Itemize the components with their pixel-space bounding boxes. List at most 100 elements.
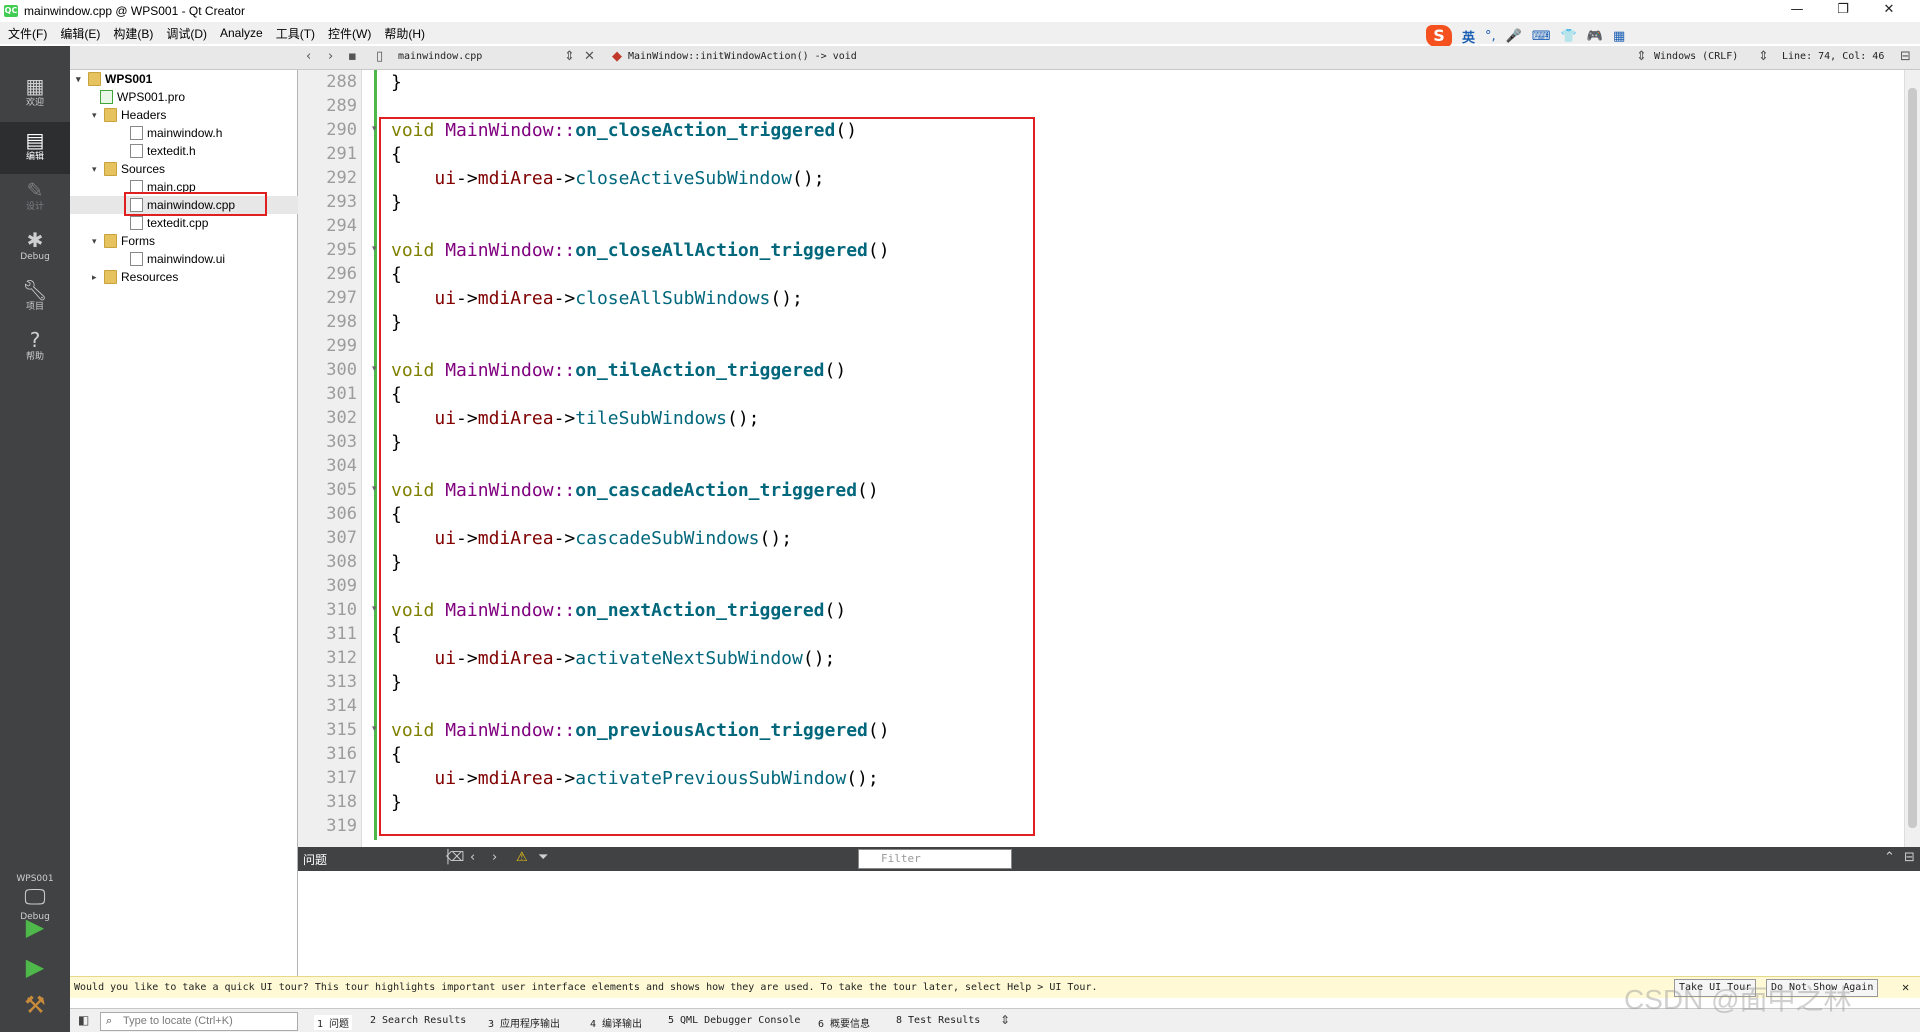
- code-line[interactable]: }: [391, 792, 402, 813]
- ime-language[interactable]: 英: [1462, 27, 1475, 46]
- code-line[interactable]: {: [391, 624, 402, 645]
- split-editor-icon[interactable]: ⊟: [1900, 49, 1911, 64]
- expanded-arrow-icon[interactable]: ▾: [76, 70, 88, 88]
- code-line[interactable]: {: [391, 264, 402, 285]
- tab-issues[interactable]: 1 问题: [314, 1015, 353, 1030]
- mode-edit[interactable]: ▤ 编辑: [0, 122, 70, 174]
- tree-folder-headers[interactable]: ▾ Headers: [92, 106, 166, 124]
- next-arrow-icon[interactable]: ›: [492, 850, 497, 865]
- scrollbar-thumb[interactable]: [1908, 88, 1917, 828]
- tab-application-output[interactable]: 3 应用程序输出: [488, 1015, 560, 1030]
- build-hammer-icon[interactable]: ⚒: [22, 992, 48, 1018]
- mode-welcome[interactable]: ▦ 欢迎: [0, 74, 70, 122]
- menu-file[interactable]: 文件(F): [8, 25, 47, 42]
- code-line[interactable]: {: [391, 504, 402, 525]
- tab-compile-output[interactable]: 4 编译输出: [590, 1015, 642, 1030]
- symbol-selector[interactable]: MainWindow::initWindowAction() -> void: [628, 51, 857, 62]
- fold-arrow-icon[interactable]: ▾: [372, 604, 377, 614]
- cursor-position[interactable]: Line: 74, Col: 46: [1782, 51, 1884, 62]
- tree-file-mainwindow-h[interactable]: mainwindow.h: [130, 124, 222, 142]
- ime-keyboard-icon[interactable]: ⌨: [1532, 29, 1551, 44]
- code-line[interactable]: ui->mdiArea->cascadeSubWindows();: [391, 528, 792, 549]
- line-ending-dropdown-icon[interactable]: ⇕: [1758, 49, 1769, 64]
- fold-arrow-icon[interactable]: ▾: [372, 124, 377, 134]
- code-line[interactable]: }: [391, 432, 402, 453]
- ime-menu-icon[interactable]: ▦: [1613, 29, 1625, 44]
- code-line[interactable]: }: [391, 672, 402, 693]
- run-button[interactable]: ▶: [22, 914, 48, 940]
- symbol-dropdown-icon[interactable]: ⇕: [1636, 49, 1647, 64]
- code-line[interactable]: ui->mdiArea->tileSubWindows();: [391, 408, 759, 429]
- code-line[interactable]: ui->mdiArea->activateNextSubWindow();: [391, 648, 835, 669]
- close-infobar-icon[interactable]: ✕: [1902, 980, 1909, 994]
- mode-design[interactable]: ✎ 设计: [0, 178, 70, 226]
- open-file-selector[interactable]: mainwindow.cpp: [398, 51, 482, 62]
- issues-list[interactable]: [298, 871, 1920, 976]
- menu-debug[interactable]: 调试(D): [166, 25, 207, 42]
- filter-icon[interactable]: ⏷: [538, 850, 548, 865]
- expanded-arrow-icon[interactable]: ▾: [92, 232, 104, 250]
- code-line[interactable]: }: [391, 192, 402, 213]
- maximize-pane-icon[interactable]: ⌃: [1884, 850, 1895, 865]
- mode-projects[interactable]: 🔧︎ 项目: [0, 278, 70, 326]
- code-line[interactable]: }: [391, 312, 402, 333]
- close-window-button[interactable]: ✕: [1866, 0, 1912, 22]
- tab-search-results[interactable]: 2 Search Results: [370, 1015, 466, 1026]
- code-line[interactable]: void MainWindow::on_tileAction_triggered…: [391, 360, 846, 381]
- back-arrow-icon[interactable]: ‹: [306, 49, 311, 64]
- fold-arrow-icon[interactable]: ▾: [372, 244, 377, 254]
- mode-debug[interactable]: ✱ Debug: [0, 228, 70, 276]
- ime-game-icon[interactable]: 🎮: [1587, 29, 1603, 44]
- tab-general-messages[interactable]: 6 概要信息: [818, 1015, 870, 1030]
- more-tabs-arrows-icon[interactable]: ⇕: [1000, 1013, 1010, 1027]
- close-document-icon[interactable]: ✕: [584, 49, 595, 64]
- sogou-logo-icon[interactable]: S: [1426, 25, 1452, 47]
- warning-icon[interactable]: ⚠: [516, 850, 528, 865]
- file-dropdown-arrows-icon[interactable]: ⇕: [564, 49, 575, 64]
- restore-button[interactable]: ❐: [1820, 0, 1866, 22]
- toggle-sidebar-icon[interactable]: ◧: [78, 1013, 89, 1027]
- tab-test-results[interactable]: 8 Test Results: [896, 1015, 980, 1026]
- code-line[interactable]: void MainWindow::on_cascadeAction_trigge…: [391, 480, 879, 501]
- clear-icon[interactable]: ⌫: [446, 850, 464, 865]
- code-line[interactable]: }: [391, 552, 402, 573]
- code-line[interactable]: ui->mdiArea->closeAllSubWindows();: [391, 288, 803, 309]
- line-ending-selector[interactable]: Windows (CRLF): [1654, 51, 1738, 62]
- close-pane-icon[interactable]: ⊟: [1904, 850, 1915, 865]
- ime-microphone-icon[interactable]: 🎤: [1506, 29, 1522, 44]
- code-line[interactable]: {: [391, 744, 402, 765]
- menu-help[interactable]: 帮助(H): [384, 25, 425, 42]
- issues-filter-input[interactable]: Filter: [858, 849, 1012, 869]
- forward-arrow-icon[interactable]: ›: [328, 49, 333, 64]
- code-line[interactable]: void MainWindow::on_closeAction_triggere…: [391, 120, 857, 141]
- code-line[interactable]: {: [391, 144, 402, 165]
- fold-arrow-icon[interactable]: ▾: [372, 484, 377, 494]
- code-line[interactable]: ui->mdiArea->closeActiveSubWindow();: [391, 168, 824, 189]
- code-line[interactable]: }: [391, 72, 402, 93]
- tab-qml-debugger-console[interactable]: 5 QML Debugger Console: [668, 1015, 800, 1026]
- debug-run-button[interactable]: ▶: [22, 954, 48, 980]
- fold-arrow-icon[interactable]: ▾: [372, 364, 377, 374]
- tree-folder-forms[interactable]: ▾ Forms: [92, 232, 155, 250]
- expanded-arrow-icon[interactable]: ▾: [92, 160, 104, 178]
- editor-vertical-scrollbar[interactable]: [1904, 70, 1920, 847]
- menu-edit[interactable]: 编辑(E): [60, 25, 100, 42]
- mode-help[interactable]: ? 帮助: [0, 328, 70, 376]
- tree-folder-sources[interactable]: ▾ Sources: [92, 160, 165, 178]
- ime-skin-icon[interactable]: 👕: [1561, 29, 1577, 44]
- collapsed-arrow-icon[interactable]: ▸: [92, 268, 104, 286]
- tree-file-mainwindow-ui[interactable]: mainwindow.ui: [130, 250, 225, 268]
- code-line[interactable]: void MainWindow::on_previousAction_trigg…: [391, 720, 890, 741]
- tree-folder-resources[interactable]: ▸ Resources: [92, 268, 178, 286]
- code-line[interactable]: {: [391, 384, 402, 405]
- locator-input[interactable]: Type to locate (Ctrl+K): [100, 1012, 298, 1031]
- tree-file-textedit-cpp[interactable]: textedit.cpp: [130, 214, 208, 232]
- tree-project-wps001[interactable]: ▾ WPS001: [76, 70, 152, 88]
- tree-file-textedit-h[interactable]: textedit.h: [130, 142, 196, 160]
- fold-arrow-icon[interactable]: ▾: [372, 724, 377, 734]
- tree-file-pro[interactable]: WPS001.pro: [100, 88, 185, 106]
- menu-build[interactable]: 构建(B): [113, 25, 153, 42]
- menu-tools[interactable]: 工具(T): [276, 25, 315, 42]
- code-line[interactable]: void MainWindow::on_nextAction_triggered…: [391, 600, 846, 621]
- menu-analyze[interactable]: Analyze: [220, 26, 263, 40]
